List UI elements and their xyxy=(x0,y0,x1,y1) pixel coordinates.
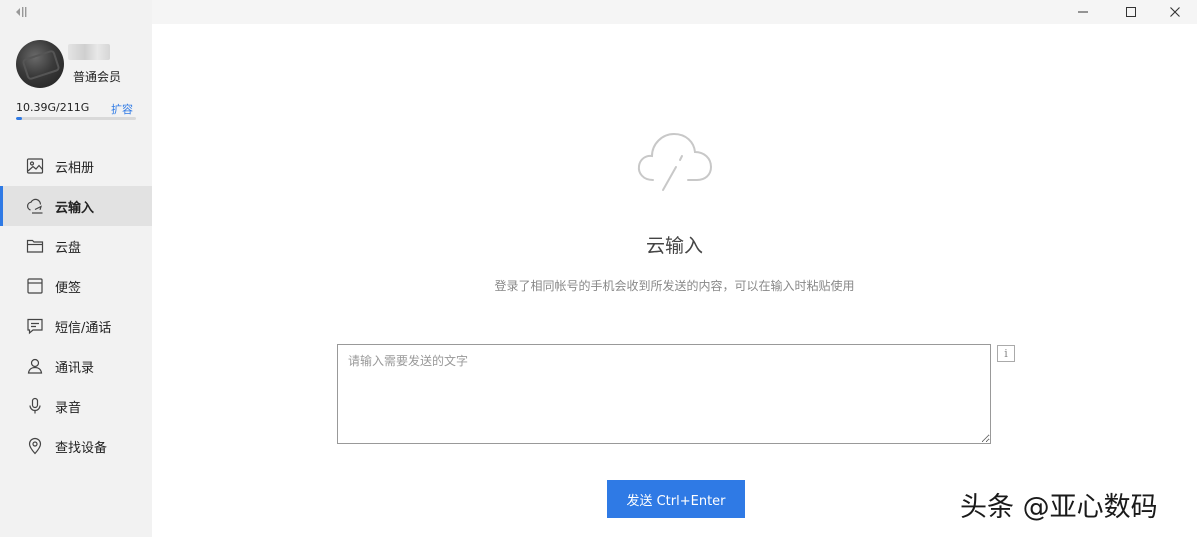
sidebar-item-label: 云盘 xyxy=(55,240,82,256)
info-button[interactable]: i xyxy=(997,345,1015,362)
sidebar-item-notes[interactable]: 便签 xyxy=(0,266,152,306)
sidebar-item-find-device[interactable]: 查找设备 xyxy=(0,426,152,466)
maximize-icon xyxy=(1126,7,1136,17)
photo-album-icon xyxy=(26,157,44,175)
title-bar xyxy=(152,0,1197,24)
notepad-icon xyxy=(26,277,44,295)
sidebar-item-label: 短信/通话 xyxy=(55,320,112,336)
sidebar-item-cloud-input[interactable]: 云输入 xyxy=(0,186,152,226)
message-input[interactable] xyxy=(337,344,991,444)
expand-storage-link[interactable]: 扩容 xyxy=(111,101,133,117)
main-content: 云输入 登录了相同帐号的手机会收到所发送的内容，可以在输入时粘贴使用 i 发送 … xyxy=(152,24,1197,537)
close-icon xyxy=(1170,7,1180,17)
sidebar-item-cloud-album[interactable]: 云相册 xyxy=(0,146,152,186)
sidebar-item-label: 录音 xyxy=(55,400,82,416)
minimize-icon xyxy=(1078,11,1088,13)
sidebar-item-label: 通讯录 xyxy=(55,360,95,376)
folder-icon xyxy=(26,237,44,255)
cloud-input-icon xyxy=(26,197,44,215)
microphone-icon xyxy=(26,397,44,415)
close-button[interactable] xyxy=(1152,0,1197,24)
sidebar-item-cloud-disk[interactable]: 云盘 xyxy=(0,226,152,266)
sidebar-item-label: 云相册 xyxy=(55,160,95,176)
sidebar-item-label: 便签 xyxy=(55,280,82,296)
storage-usage-text: 10.39G/211G xyxy=(16,101,90,114)
cloud-upload-icon xyxy=(637,132,713,191)
contact-icon xyxy=(26,357,44,375)
sidebar-item-label: 云输入 xyxy=(55,200,95,216)
sidebar-item-recordings[interactable]: 录音 xyxy=(0,386,152,426)
username-blurred xyxy=(68,44,110,60)
storage-progress-fill xyxy=(16,117,22,120)
storage-progress-bar xyxy=(16,117,136,120)
send-button[interactable]: 发送 Ctrl+Enter xyxy=(607,480,745,518)
location-pin-icon xyxy=(26,437,44,455)
sidebar-item-sms-calls[interactable]: 短信/通话 xyxy=(0,306,152,346)
page-title: 云输入 xyxy=(645,235,703,257)
sidebar-nav: 云相册 云输入 云盘 便签 短信/通话 通讯录 录音 查找设备 xyxy=(0,146,152,466)
message-icon xyxy=(26,317,44,335)
collapse-sidebar-button[interactable] xyxy=(12,4,32,20)
minimize-button[interactable] xyxy=(1060,0,1106,24)
page-description: 登录了相同帐号的手机会收到所发送的内容，可以在输入时粘贴使用 xyxy=(494,279,855,293)
avatar[interactable] xyxy=(16,40,64,88)
collapse-icon xyxy=(16,7,27,17)
sidebar-item-contacts[interactable]: 通讯录 xyxy=(0,346,152,386)
watermark-text: 头条 @亚心数码 xyxy=(960,492,1158,523)
maximize-button[interactable] xyxy=(1108,0,1154,24)
sidebar: 普通会员 10.39G/211G 扩容 云相册 云输入 云盘 便签 短信/通话 … xyxy=(0,0,152,537)
sidebar-item-label: 查找设备 xyxy=(55,440,108,456)
member-level: 普通会员 xyxy=(73,70,122,84)
